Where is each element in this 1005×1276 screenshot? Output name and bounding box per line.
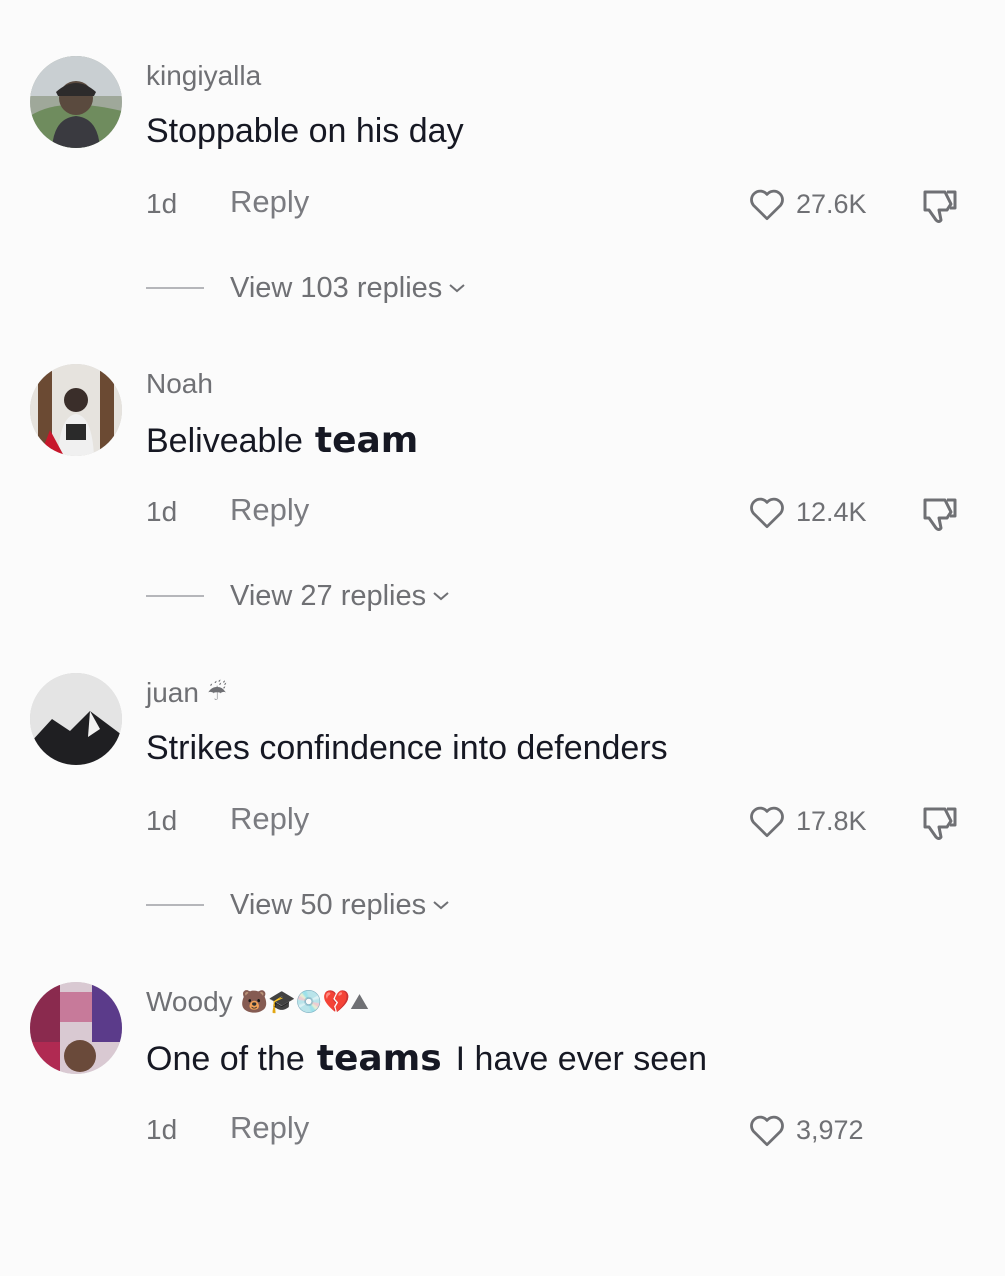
chevron-down-icon <box>433 901 449 910</box>
heart-outline-icon <box>750 189 784 221</box>
avatar[interactable] <box>30 673 122 765</box>
chevron-down-icon <box>449 284 465 293</box>
like-count: 3,972 <box>796 1114 864 1145</box>
comment-text: Strikes confindence into defenders <box>146 729 668 767</box>
comment-text: Stoppable on his day <box>146 112 464 150</box>
avatar[interactable] <box>30 56 122 148</box>
reply-button[interactable]: Reply <box>230 1110 309 1146</box>
timestamp: 1d <box>146 805 178 836</box>
view-replies-button[interactable]: View 27 replies <box>146 576 450 616</box>
divider <box>146 595 204 597</box>
timestamp: 1d <box>146 496 178 527</box>
username[interactable]: Noah <box>146 368 213 400</box>
username[interactable]: juan ☔ <box>146 677 227 709</box>
like-count: 12.4K <box>796 496 867 527</box>
username-emojis: 🐻🎓💿💔⛰ <box>240 989 369 1014</box>
thumbs-down-icon <box>923 498 957 531</box>
avatar[interactable] <box>30 982 122 1074</box>
like-button[interactable]: 27.6K <box>748 184 867 224</box>
heart-outline-icon <box>750 806 784 838</box>
comment-item: Woody 🐻🎓💿💔⛰ One of the teams I have ever se… <box>0 976 1005 1276</box>
comment-text: One of the teams I have ever seen <box>146 1038 708 1079</box>
reply-button[interactable]: Reply <box>230 184 309 220</box>
timestamp: 1d <box>146 1114 178 1145</box>
chevron-down-icon <box>433 592 449 601</box>
comment-item: juan ☔ Strikes confindence into defenders… <box>0 667 1005 967</box>
heart-outline-icon <box>750 1115 784 1147</box>
username[interactable]: kingiyalla <box>146 60 261 92</box>
view-replies-button[interactable]: View 50 replies <box>146 885 450 925</box>
thumbs-down-icon <box>923 807 957 840</box>
thumbs-down-icon <box>923 190 957 223</box>
heart-outline-icon <box>750 497 784 529</box>
comment-item: Noah Beliveable team 1d Reply 12.4K View … <box>0 358 1005 658</box>
comment-text: Beliveable team <box>146 420 419 461</box>
divider <box>146 287 204 289</box>
dislike-button[interactable] <box>917 492 963 532</box>
reply-button[interactable]: Reply <box>230 801 309 837</box>
username-emojis: ☔ <box>206 680 227 705</box>
divider <box>146 904 204 906</box>
like-count: 17.8K <box>796 805 867 836</box>
timestamp: 1d <box>146 188 178 219</box>
like-count: 27.6K <box>796 188 867 219</box>
view-replies-button[interactable]: View 103 replies <box>146 268 466 308</box>
like-button[interactable]: 12.4K <box>748 492 867 532</box>
like-button[interactable]: 17.8K <box>748 801 867 841</box>
like-button[interactable]: 3,972 <box>748 1110 864 1150</box>
comment-item: kingiyalla Stoppable on his day 1d Reply… <box>0 50 1005 350</box>
reply-button[interactable]: Reply <box>230 492 309 528</box>
username[interactable]: Woody 🐻🎓💿💔⛰ <box>146 986 369 1018</box>
dislike-button[interactable] <box>917 801 963 841</box>
dislike-button[interactable] <box>917 184 963 224</box>
comment-list: kingiyalla Stoppable on his day 1d Reply… <box>0 0 1005 1200</box>
avatar[interactable] <box>30 364 122 456</box>
